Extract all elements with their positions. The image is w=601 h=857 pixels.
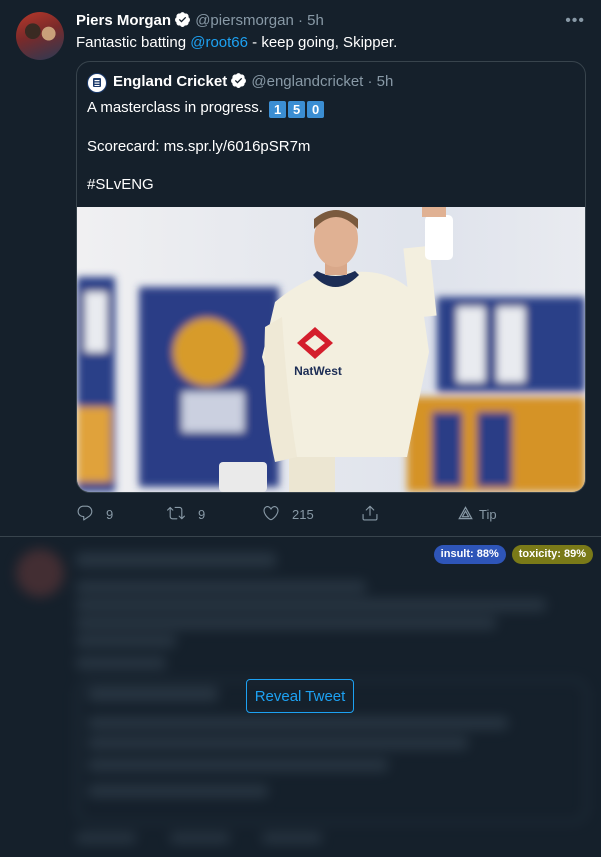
reply-button[interactable]: 9 (76, 504, 113, 525)
tip-label: Tip (479, 507, 497, 522)
tweet-header: Piers Morgan @piersmorgan · 5h (76, 11, 324, 34)
tweet-text-start: Fantastic batting (76, 34, 191, 51)
quoted-tweet-header: England Cricket @englandcricket · 5h (113, 72, 393, 95)
reveal-tweet-button[interactable]: Reveal Tweet (246, 679, 354, 713)
quoted-text-scorecard: Scorecard: ms.spr.ly/6016pSR7m (87, 138, 311, 155)
separator-dot: · (297, 12, 303, 29)
reply-icon (76, 504, 94, 525)
quoted-text-line1: A masterclass in progress. 150 (87, 98, 325, 118)
tweet-text-end: - keep going, Skipper. (248, 34, 398, 51)
quoted-author-name[interactable]: England Cricket (113, 73, 227, 90)
mention-link[interactable]: @root66 (190, 34, 248, 51)
share-button[interactable] (361, 504, 391, 525)
cricketer-photo: NatWest (77, 207, 585, 492)
quoted-separator-dot: · (367, 73, 373, 90)
toxicity-score-badge: toxicity: 89% (511, 545, 593, 564)
author-name[interactable]: Piers Morgan (76, 12, 171, 29)
keycap-0: 0 (307, 101, 325, 118)
quoted-text-masterclass: A masterclass in progress. (87, 99, 263, 116)
heart-icon (262, 504, 280, 525)
hidden-tweet: insult: 88% toxicity: 89% Reveal Tweet (0, 537, 601, 857)
moderation-badges: insult: 88% toxicity: 89% (433, 545, 593, 564)
tweet-text: Fantastic batting @root66 - keep going, … (76, 33, 397, 53)
verified-badge-icon (174, 11, 191, 34)
keycap-5: 5 (288, 101, 306, 118)
author-handle[interactable]: @piersmorgan (195, 12, 294, 29)
like-count: 215 (292, 507, 314, 522)
retweet-button[interactable]: 9 (166, 504, 205, 525)
avatar[interactable] (16, 12, 64, 60)
tweet-media-photo[interactable]: NatWest (77, 207, 585, 492)
tip-icon (458, 506, 473, 523)
tweet-actions: 9 9 215 Tip (0, 504, 601, 528)
share-icon (361, 504, 379, 525)
retweet-icon (166, 504, 186, 525)
quoted-tweet[interactable]: England Cricket @englandcricket · 5h A m… (76, 61, 586, 493)
quoted-tweet-time: 5h (376, 73, 394, 90)
tweet-time[interactable]: 5h (307, 12, 324, 29)
retweet-count: 9 (198, 507, 206, 522)
england-cricket-logo[interactable] (87, 73, 107, 93)
shirt-sponsor-text: NatWest (294, 364, 342, 378)
reply-count: 9 (106, 507, 114, 522)
three-lions-icon (93, 78, 101, 87)
quoted-verified-badge-icon (230, 72, 247, 95)
tip-button[interactable]: Tip (458, 506, 497, 523)
insult-score-badge: insult: 88% (433, 545, 506, 564)
quoted-author-handle: @englandcricket (251, 73, 364, 90)
quoted-text-hashtag: #SLvENG (87, 176, 154, 193)
tweet[interactable]: Piers Morgan @piersmorgan · 5h ••• Fanta… (0, 0, 601, 537)
keycap-1: 1 (269, 101, 287, 118)
like-button[interactable]: 215 (262, 504, 314, 525)
more-options-icon[interactable]: ••• (565, 12, 585, 30)
